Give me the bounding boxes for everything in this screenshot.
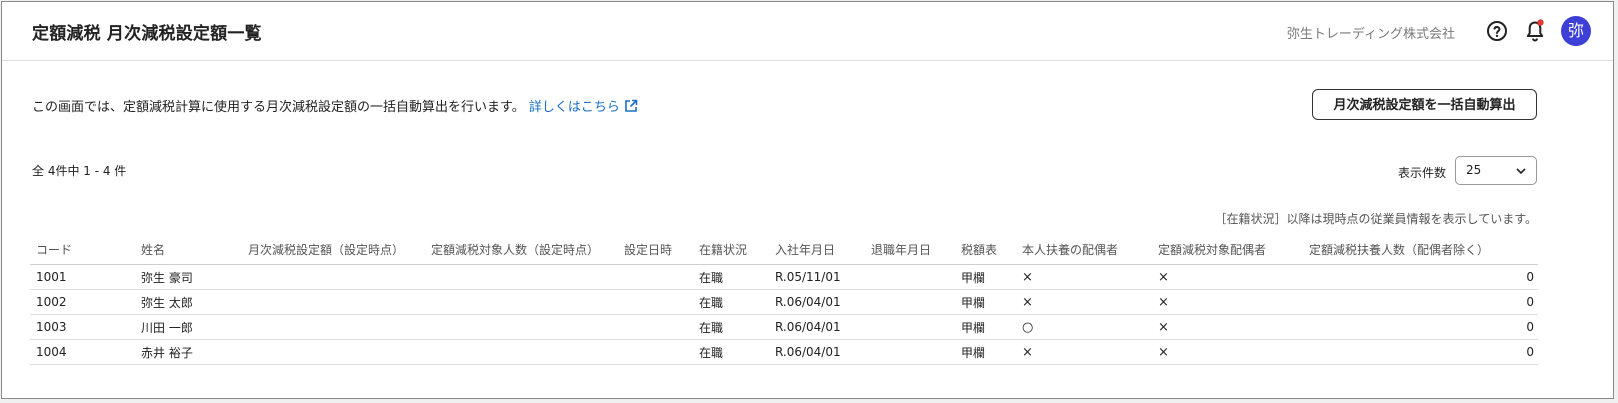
cell-target-spouse: × (1152, 289, 1303, 315)
cell-self-spouse: × (1016, 289, 1152, 315)
cell-dependents: 0 (1303, 264, 1538, 290)
cell-leave-date (865, 339, 955, 365)
cell-monthly-amount (242, 289, 425, 315)
cell-target-spouse: × (1152, 314, 1303, 340)
col-header-target-count: 定額減税対象人数（設定時点） (425, 234, 618, 265)
cell-target-count (425, 339, 618, 365)
col-header-target-spouse: 定額減税対象配偶者 (1152, 234, 1303, 265)
company-name: 弥生トレーディング株式会社 (1286, 27, 1455, 42)
cell-tax-table: 甲欄 (955, 339, 1016, 365)
col-header-status: 在籍状況 (693, 234, 769, 265)
cell-monthly-amount (242, 264, 425, 290)
cell-dependents: 0 (1303, 289, 1538, 315)
details-link[interactable]: 詳しくはこちら (529, 99, 638, 115)
cell-status: 在職 (693, 314, 769, 340)
col-header-tax-table: 税額表 (955, 234, 1016, 265)
col-header-name[interactable]: 姓名 (135, 234, 242, 265)
chevron-down-icon (1516, 168, 1526, 175)
cell-code: 1003 (30, 314, 135, 340)
cell-status: 在職 (693, 264, 769, 290)
per-page-label: 表示件数 (1397, 166, 1446, 180)
notification-dot (1537, 19, 1544, 26)
cell-tax-table: 甲欄 (955, 264, 1016, 290)
table-row[interactable]: 1001 弥生 豪司 在職 R.05/11/01 甲欄 × × 0 (30, 264, 1538, 290)
cell-dependents: 0 (1303, 314, 1538, 340)
cell-tax-table: 甲欄 (955, 314, 1016, 340)
cell-code: 1002 (30, 289, 135, 315)
cell-set-date (618, 264, 693, 290)
details-link-label[interactable]: 詳しくはこちら (529, 100, 620, 115)
cell-join-date: R.06/04/01 (769, 289, 865, 315)
cell-self-spouse: × (1016, 339, 1152, 365)
app-window: 定額減税 月次減税設定額一覧 弥生トレーディング株式会社 弥 この画面では、定額… (1, 1, 1614, 399)
per-page-value: 25 (1466, 163, 1482, 177)
col-header-monthly-amount: 月次減税設定額（設定時点） (242, 234, 425, 265)
cell-join-date: R.06/04/01 (769, 314, 865, 340)
cell-code: 1001 (30, 264, 135, 290)
cell-set-date (618, 339, 693, 365)
col-header-leave-date: 退職年月日 (865, 234, 955, 265)
employee-table: コード 姓名 月次減税設定額（設定時点） 定額減税対象人数（設定時点） 設定日時… (30, 234, 1538, 365)
table-row[interactable]: 1003 川田 一郎 在職 R.06/04/01 甲欄 ○ × 0 (30, 314, 1538, 340)
help-icon[interactable] (1485, 19, 1509, 43)
per-page-select[interactable]: 25 (1455, 156, 1537, 185)
cell-target-spouse: × (1152, 339, 1303, 365)
cell-set-date (618, 289, 693, 315)
cell-name: 弥生 豪司 (135, 264, 242, 290)
employee-info-note: ［在籍状況］以降は現時点の従業員情報を表示しています。 (1214, 212, 1537, 226)
col-header-self-spouse: 本人扶養の配偶者 (1016, 234, 1152, 265)
col-header-code[interactable]: コード (30, 234, 135, 265)
bulk-auto-calc-button[interactable]: 月次減税設定額を一括自動算出 (1312, 89, 1537, 120)
col-header-join-date: 入社年月日 (769, 234, 865, 265)
cell-code: 1004 (30, 339, 135, 365)
cell-target-count (425, 289, 618, 315)
cell-tax-table: 甲欄 (955, 289, 1016, 315)
cell-leave-date (865, 314, 955, 340)
cell-target-count (425, 264, 618, 290)
page-title: 定額減税 月次減税設定額一覧 (32, 24, 262, 44)
col-header-set-date: 設定日時 (618, 234, 693, 265)
table-row[interactable]: 1004 赤井 裕子 在職 R.06/04/01 甲欄 × × 0 (30, 339, 1538, 365)
cell-name: 弥生 太郎 (135, 289, 242, 315)
description-text: この画面では、定額減税計算に使用する月次減税設定額の一括自動算出を行います。 (32, 100, 525, 115)
table-header-row: コード 姓名 月次減税設定額（設定時点） 定額減税対象人数（設定時点） 設定日時… (30, 234, 1538, 265)
table-row[interactable]: 1002 弥生 太郎 在職 R.06/04/01 甲欄 × × 0 (30, 289, 1538, 315)
cell-target-count (425, 314, 618, 340)
cell-join-date: R.05/11/01 (769, 264, 865, 290)
cell-self-spouse: ○ (1016, 314, 1152, 340)
cell-monthly-amount (242, 339, 425, 365)
result-count: 全 4件中 1 - 4 件 (32, 164, 127, 178)
cell-set-date (618, 314, 693, 340)
cell-leave-date (865, 289, 955, 315)
cell-join-date: R.06/04/01 (769, 339, 865, 365)
avatar[interactable]: 弥 (1561, 16, 1591, 46)
cell-status: 在職 (693, 339, 769, 365)
page-description: この画面では、定額減税計算に使用する月次減税設定額の一括自動算出を行います。 詳… (32, 96, 638, 115)
cell-leave-date (865, 264, 955, 290)
external-link-icon[interactable] (624, 99, 638, 113)
col-header-dependents: 定額減税扶養人数（配偶者除く） (1303, 234, 1538, 265)
app-header: 定額減税 月次減税設定額一覧 弥生トレーディング株式会社 弥 (2, 2, 1613, 61)
cell-name: 川田 一郎 (135, 314, 242, 340)
cell-self-spouse: × (1016, 264, 1152, 290)
notification-bell-icon[interactable] (1523, 18, 1547, 44)
cell-monthly-amount (242, 314, 425, 340)
cell-dependents: 0 (1303, 339, 1538, 365)
cell-name: 赤井 裕子 (135, 339, 242, 365)
cell-status: 在職 (693, 289, 769, 315)
cell-target-spouse: × (1152, 264, 1303, 290)
